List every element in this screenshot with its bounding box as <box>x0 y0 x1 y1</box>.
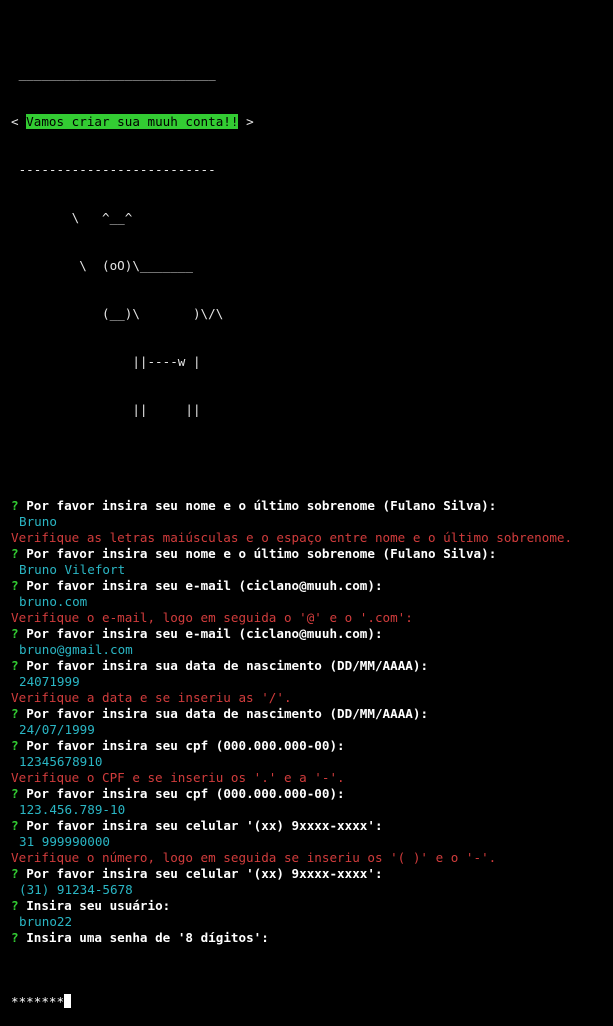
prompt-question-mark-icon: ? <box>11 786 19 801</box>
user-answer: bruno22 <box>19 914 73 929</box>
validation-error-message: Verifique o número, logo em seguida se i… <box>11 850 497 865</box>
prompt-question-text: Por favor insira seu nome e o último sob… <box>26 546 497 561</box>
prompt-question-mark-icon: ? <box>11 658 19 673</box>
prompt-question-mark-icon: ? <box>11 930 19 945</box>
prompt-question-mark-icon: ? <box>11 498 19 513</box>
password-input-line[interactable]: ******* <box>0 994 613 1010</box>
prompt-question-line: ? Por favor insira seu e-mail (ciclano@m… <box>0 626 613 642</box>
prompt-question-line: ? Por favor insira seu celular '(xx) 9xx… <box>0 818 613 834</box>
user-answer: (31) 91234-5678 <box>19 882 133 897</box>
prompt-question-text: Por favor insira seu celular '(xx) 9xxxx… <box>26 866 383 881</box>
user-answer: bruno@gmail.com <box>19 642 133 657</box>
prompt-question-mark-icon: ? <box>11 738 19 753</box>
prompt-question-text: Por favor insira seu nome e o último sob… <box>26 498 497 513</box>
cow-ascii-line: || || <box>11 402 201 417</box>
user-answer: 24071999 <box>19 674 80 689</box>
user-answer: 24/07/1999 <box>19 722 95 737</box>
text-cursor <box>64 994 72 1008</box>
prompt-question-text: Insira uma senha de '8 dígitos': <box>26 930 269 945</box>
prompt-question-text: Por favor insira seu cpf (000.000.000-00… <box>26 786 345 801</box>
prompt-question-line: ? Insira seu usuário: <box>0 898 613 914</box>
prompt-question-mark-icon: ? <box>11 706 19 721</box>
speech-bubble-open: < <box>11 114 27 129</box>
prompt-question-text: Por favor insira sua data de nascimento … <box>26 706 429 721</box>
speech-bubble-message: Vamos criar sua muuh conta!! <box>26 114 239 129</box>
terminal-window[interactable]: __________________________ < Vamos criar… <box>0 0 613 1009</box>
prompt-question-line: ? Por favor insira seu celular '(xx) 9xx… <box>0 866 613 882</box>
validation-error-message: Verifique as letras maiúsculas e o espaç… <box>11 530 573 545</box>
cow-ascii-line: (__)\ )\/\ <box>11 306 224 321</box>
prompt-question-mark-icon: ? <box>11 898 19 913</box>
prompt-question-line: ? Por favor insira seu nome e o último s… <box>0 498 613 514</box>
cow-ascii-line: \ ^__^ <box>11 210 133 225</box>
password-masked-value[interactable]: ******* <box>11 994 64 1009</box>
prompt-question-text: Insira seu usuário: <box>26 898 171 913</box>
transcript: ? Por favor insira seu nome e o último s… <box>0 498 613 946</box>
prompt-question-text: Por favor insira seu celular '(xx) 9xxxx… <box>26 818 383 833</box>
prompt-question-line: ? Por favor insira seu nome e o último s… <box>0 546 613 562</box>
prompt-question-line: ? Por favor insira seu cpf (000.000.000-… <box>0 786 613 802</box>
user-answer: Bruno <box>19 514 57 529</box>
prompt-question-mark-icon: ? <box>11 626 19 641</box>
prompt-question-line: ? Por favor insira seu cpf (000.000.000-… <box>0 738 613 754</box>
prompt-question-mark-icon: ? <box>11 578 19 593</box>
validation-error-message: Verifique o e-mail, logo em seguida o '@… <box>11 610 413 625</box>
validation-error-message: Verifique o CPF e se inseriu os '.' e a … <box>11 770 345 785</box>
speech-bubble-message-line: < Vamos criar sua muuh conta!! > <box>0 114 613 130</box>
user-answer: 123.456.789-10 <box>19 802 126 817</box>
user-answer: bruno.com <box>19 594 88 609</box>
speech-bubble-top: __________________________ <box>11 66 216 81</box>
prompt-question-mark-icon: ? <box>11 546 19 561</box>
prompt-question-mark-icon: ? <box>11 818 19 833</box>
prompt-question-line: ? Insira uma senha de '8 dígitos': <box>0 930 613 946</box>
validation-error-message: Verifique a data e se inseriu as '/'. <box>11 690 292 705</box>
prompt-question-text: Por favor insira seu e-mail (ciclano@muu… <box>26 626 383 641</box>
user-answer: 31 999990000 <box>19 834 110 849</box>
cowsay-banner: __________________________ < Vamos criar… <box>0 34 613 450</box>
prompt-question-mark-icon: ? <box>11 866 19 881</box>
cow-ascii-line: ||----w | <box>11 354 201 369</box>
user-answer: Bruno Vilefort <box>19 562 126 577</box>
user-answer: 12345678910 <box>19 754 103 769</box>
prompt-question-text: Por favor insira seu cpf (000.000.000-00… <box>26 738 345 753</box>
speech-bubble-bottom: -------------------------- <box>11 162 216 177</box>
prompt-question-text: Por favor insira sua data de nascimento … <box>26 658 429 673</box>
prompt-question-line: ? Por favor insira sua data de nasciment… <box>0 658 613 674</box>
cow-ascii-line: \ (oO)\_______ <box>11 258 193 273</box>
prompt-question-text: Por favor insira seu e-mail (ciclano@muu… <box>26 578 383 593</box>
speech-bubble-close: > <box>238 114 254 129</box>
prompt-question-line: ? Por favor insira seu e-mail (ciclano@m… <box>0 578 613 594</box>
prompt-question-line: ? Por favor insira sua data de nasciment… <box>0 706 613 722</box>
